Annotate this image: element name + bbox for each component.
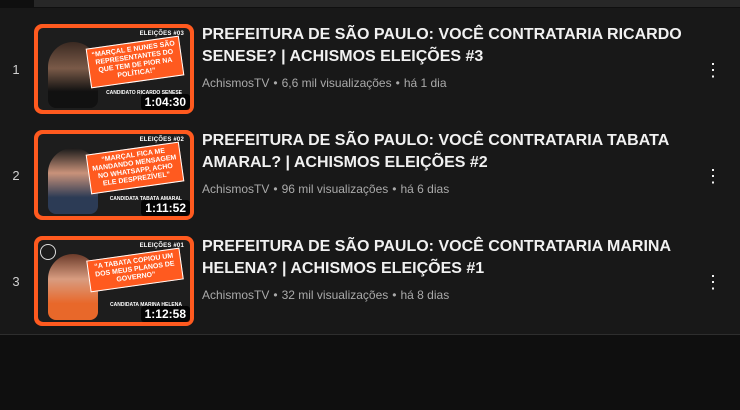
item-index: 3 xyxy=(12,273,20,289)
video-title[interactable]: PREFEITURA DE SÃO PAULO: VOCÊ CONTRATARI… xyxy=(202,236,682,280)
duration-badge: 1:12:58 xyxy=(140,306,190,322)
item-index: 1 xyxy=(12,61,20,77)
meta-separator: • xyxy=(273,182,278,196)
channel-name[interactable]: AchismosTV xyxy=(202,182,269,196)
meta-separator: • xyxy=(392,288,397,302)
video-title[interactable]: PREFEITURA DE SÃO PAULO: VOCÊ CONTRATARI… xyxy=(202,130,682,174)
view-count: 6,6 mil visualizações xyxy=(281,76,392,90)
meta-separator: • xyxy=(395,76,400,90)
meta-separator: • xyxy=(273,288,278,302)
video-meta: AchismosTV • 6,6 mil visualizações • há 1 di… xyxy=(202,76,447,90)
meta-separator: • xyxy=(392,182,397,196)
upload-age: há 6 dias xyxy=(400,182,450,196)
item-index: 2 xyxy=(12,167,20,183)
video-meta: AchismosTV • 96 mil visualizações • há 6 dia… xyxy=(202,182,449,196)
more-vert-icon[interactable]: ⋮ xyxy=(703,268,723,296)
meta-separator: • xyxy=(273,76,278,90)
channel-name[interactable]: AchismosTV xyxy=(202,288,269,302)
video-thumbnail[interactable]: ELEIÇÕES #01 “A TABATA COPIOU UM DOS MEU… xyxy=(34,236,194,326)
top-divider xyxy=(34,0,740,7)
upload-age: há 1 dia xyxy=(403,76,447,90)
duration-badge: 1:04:30 xyxy=(140,94,190,110)
view-count: 32 mil visualizações xyxy=(281,288,389,302)
channel-name[interactable]: AchismosTV xyxy=(202,76,269,90)
upload-age: há 8 dias xyxy=(400,288,450,302)
video-thumbnail[interactable]: ELEIÇÕES #02 “MARÇAL FICA ME MANDANDO ME… xyxy=(34,130,194,220)
view-count: 96 mil visualizações xyxy=(281,182,389,196)
video-title[interactable]: PREFEITURA DE SÃO PAULO: VOCÊ CONTRATARI… xyxy=(202,24,682,68)
thumbnail-quote: “MARÇAL FICA ME MANDANDO MENSAGEM NO WHA… xyxy=(85,141,185,195)
playlist-item[interactable]: 2 ELEIÇÕES #02 “MARÇAL FICA ME MANDANDO … xyxy=(0,130,740,226)
openai-logo-icon xyxy=(40,244,56,260)
thumbnail-quote: “MARÇAL E NUNES SÃO REPRESENTANTES DO QU… xyxy=(85,35,185,89)
thumbnail-quote: “A TABATA COPIOU UM DOS MEUS PLANOS DE G… xyxy=(86,247,184,293)
video-thumbnail[interactable]: ELEIÇÕES #03 “MARÇAL E NUNES SÃO REPRESE… xyxy=(34,24,194,114)
video-meta: AchismosTV • 32 mil visualizações • há 8 dia… xyxy=(202,288,449,302)
playlist-panel: 1 ELEIÇÕES #03 “MARÇAL E NUNES SÃO REPRE… xyxy=(0,8,740,335)
more-vert-icon[interactable]: ⋮ xyxy=(703,56,723,84)
playlist-item[interactable]: 1 ELEIÇÕES #03 “MARÇAL E NUNES SÃO REPRE… xyxy=(0,24,740,120)
duration-badge: 1:11:52 xyxy=(141,200,190,216)
more-vert-icon[interactable]: ⋮ xyxy=(703,162,723,190)
playlist-item[interactable]: 3 ELEIÇÕES #01 “A TABATA COPIOU UM DOS M… xyxy=(0,236,740,332)
